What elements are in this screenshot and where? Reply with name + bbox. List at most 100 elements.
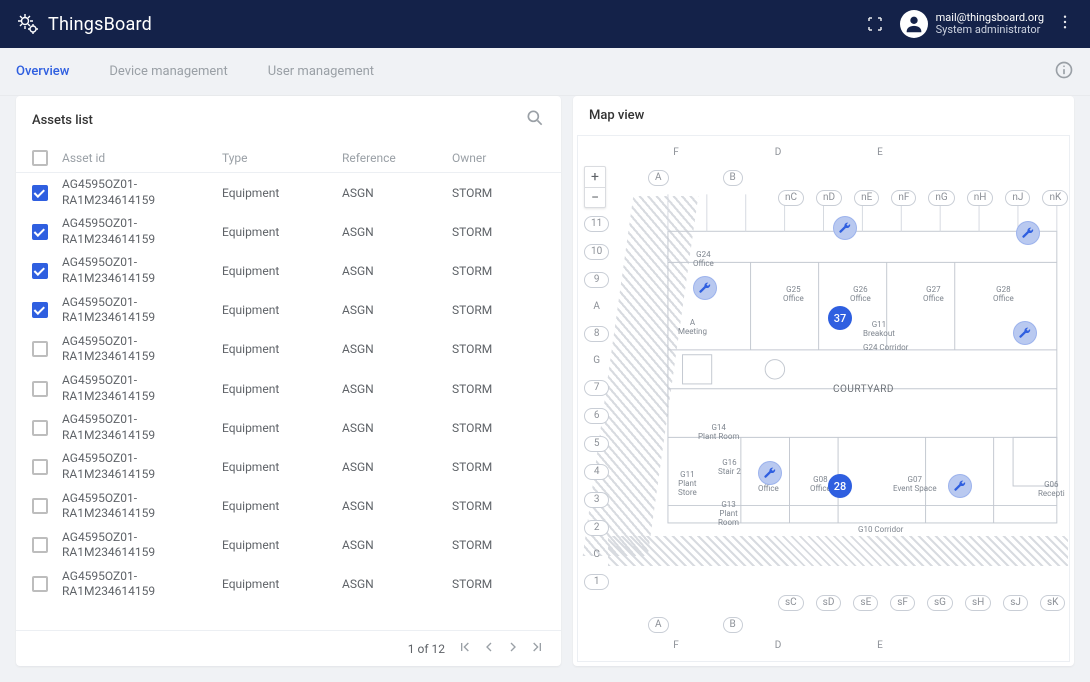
- row-checkbox[interactable]: [32, 459, 48, 475]
- search-icon[interactable]: [525, 108, 545, 132]
- cell-reference: ASGN: [338, 573, 448, 595]
- courtyard-label: COURTYARD: [833, 384, 894, 395]
- tab-user-management[interactable]: User management: [268, 58, 374, 85]
- user-role: System administrator: [936, 24, 1044, 36]
- room-label: G24 Corridor: [863, 344, 908, 353]
- brand[interactable]: ThingsBoard: [16, 12, 152, 36]
- axis-label: 10: [584, 244, 609, 260]
- zoom-in-button[interactable]: +: [585, 167, 605, 187]
- table-row[interactable]: AG4595OZ01-RA1M234614159EquipmentASGNSTO…: [16, 408, 561, 447]
- cell-owner: STORM: [448, 573, 548, 595]
- user-text: mail@thingsboard.org System administrato…: [936, 12, 1044, 36]
- fullscreen-icon[interactable]: [866, 15, 884, 33]
- more-vert-icon[interactable]: [1056, 13, 1074, 35]
- cell-asset-id: AG4595OZ01-RA1M234614159: [58, 212, 218, 251]
- table-row[interactable]: AG4595OZ01-RA1M234614159EquipmentASGNSTO…: [16, 291, 561, 330]
- tab-overview[interactable]: Overview: [16, 58, 69, 85]
- axis-label: D: [770, 146, 786, 160]
- wrench-icon[interactable]: [1016, 221, 1040, 245]
- wrench-icon[interactable]: [1013, 321, 1037, 345]
- user-menu[interactable]: mail@thingsboard.org System administrato…: [900, 10, 1044, 38]
- page-last-icon[interactable]: [529, 639, 545, 658]
- axis-top-n: nCnDnEnFnGnHnJnKnL: [778, 190, 1070, 206]
- page-first-icon[interactable]: [457, 639, 473, 658]
- room-label: G16Stair 2: [718, 459, 741, 477]
- axis-label: B: [723, 170, 743, 186]
- page-prev-icon[interactable]: [481, 639, 497, 658]
- floorplan: [578, 136, 1069, 661]
- row-checkbox[interactable]: [32, 302, 48, 318]
- axis-label: 3: [584, 492, 609, 508]
- axis-label: sC: [778, 595, 804, 611]
- table-row[interactable]: AG4595OZ01-RA1M234614159EquipmentASGNSTO…: [16, 212, 561, 251]
- cell-asset-id: AG4595OZ01-RA1M234614159: [58, 487, 218, 526]
- room-label: G27Office: [923, 286, 944, 304]
- row-checkbox[interactable]: [32, 341, 48, 357]
- brand-name: ThingsBoard: [48, 14, 152, 35]
- cell-type: Equipment: [218, 378, 338, 400]
- room-label: G24Office: [693, 251, 714, 269]
- axis-label: sK: [1040, 595, 1065, 611]
- table-row[interactable]: AG4595OZ01-RA1M234614159EquipmentASGNSTO…: [16, 330, 561, 369]
- axis-label: sF: [890, 595, 915, 611]
- row-checkbox[interactable]: [32, 537, 48, 553]
- tabs-bar: Overview Device management User management: [0, 48, 1090, 96]
- room-label: G11PlantStore: [678, 471, 697, 497]
- col-reference[interactable]: Reference: [338, 151, 448, 165]
- row-checkbox[interactable]: [32, 498, 48, 514]
- table-row[interactable]: AG4595OZ01-RA1M234614159EquipmentASGNSTO…: [16, 487, 561, 526]
- select-all-checkbox[interactable]: [32, 150, 48, 166]
- col-owner[interactable]: Owner: [448, 151, 548, 165]
- axis-label: sH: [965, 595, 991, 611]
- axis-label: A: [648, 617, 669, 633]
- cell-owner: STORM: [448, 456, 548, 478]
- row-checkbox[interactable]: [32, 381, 48, 397]
- wrench-icon[interactable]: [833, 216, 857, 240]
- table-row[interactable]: AG4595OZ01-RA1M234614159EquipmentASGNSTO…: [16, 173, 561, 212]
- table-row[interactable]: AG4595OZ01-RA1M234614159EquipmentASGNSTO…: [16, 447, 561, 486]
- axis-label: sJ: [1003, 595, 1028, 611]
- wrench-icon[interactable]: [758, 461, 782, 485]
- content: Assets list Asset id Type Reference Owne…: [0, 96, 1090, 682]
- axis-label: sG: [927, 595, 953, 611]
- cell-owner: STORM: [448, 221, 548, 243]
- row-checkbox[interactable]: [32, 263, 48, 279]
- cell-reference: ASGN: [338, 299, 448, 321]
- axis-bottom-big: FDE: [668, 639, 888, 653]
- axis-label: nH: [967, 190, 994, 206]
- col-type[interactable]: Type: [218, 151, 338, 165]
- cell-asset-id: AG4595OZ01-RA1M234614159: [58, 408, 218, 447]
- row-checkbox[interactable]: [32, 576, 48, 592]
- zoom-out-button[interactable]: −: [585, 187, 605, 207]
- info-icon[interactable]: [1054, 60, 1074, 84]
- room-label: G06Recepti: [1038, 481, 1065, 499]
- cell-owner: STORM: [448, 260, 548, 282]
- map-panel: Map view: [573, 96, 1074, 666]
- axis-label: nK: [1042, 190, 1068, 206]
- axis-top-small: AB: [648, 170, 743, 186]
- cell-asset-id: AG4595OZ01-RA1M234614159: [58, 251, 218, 290]
- col-asset-id[interactable]: Asset id: [58, 151, 218, 165]
- row-checkbox[interactable]: [32, 185, 48, 201]
- page-next-icon[interactable]: [505, 639, 521, 658]
- axis-label: nD: [816, 190, 842, 206]
- table-row[interactable]: AG4595OZ01-RA1M234614159EquipmentASGNSTO…: [16, 369, 561, 408]
- cell-type: Equipment: [218, 338, 338, 360]
- cell-reference: ASGN: [338, 338, 448, 360]
- cell-reference: ASGN: [338, 456, 448, 478]
- zoom-controls: + −: [584, 166, 606, 208]
- wrench-icon[interactable]: [693, 276, 717, 300]
- row-checkbox[interactable]: [32, 420, 48, 436]
- table-row[interactable]: AG4595OZ01-RA1M234614159EquipmentASGNSTO…: [16, 565, 561, 604]
- cluster-badge[interactable]: 28: [828, 474, 852, 498]
- wrench-icon[interactable]: [948, 474, 972, 498]
- table-row[interactable]: AG4595OZ01-RA1M234614159EquipmentASGNSTO…: [16, 251, 561, 290]
- axis-label: 6: [584, 408, 609, 424]
- map-pane[interactable]: + − FDE AB nCnDnEnFnGnHnJnKnL AB sCsDsEs…: [577, 135, 1070, 662]
- row-checkbox[interactable]: [32, 224, 48, 240]
- cluster-badge[interactable]: 37: [828, 306, 852, 330]
- cell-reference: ASGN: [338, 417, 448, 439]
- table-row[interactable]: AG4595OZ01-RA1M234614159EquipmentASGNSTO…: [16, 526, 561, 565]
- cell-type: Equipment: [218, 221, 338, 243]
- tab-device-management[interactable]: Device management: [109, 58, 227, 85]
